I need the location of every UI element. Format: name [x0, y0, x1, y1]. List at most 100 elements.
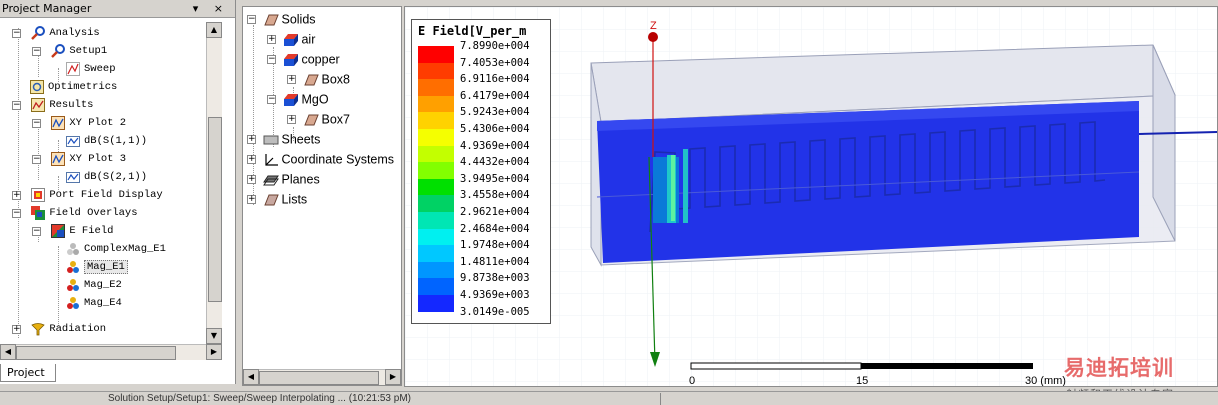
collapse-toggle[interactable]: − [12, 208, 21, 218]
model-tree-horizontal-scrollbar[interactable]: ◀ ▶ [243, 369, 401, 385]
collapse-toggle[interactable]: − [267, 55, 276, 65]
tree-node-sweep[interactable]: Sweep [66, 60, 116, 78]
tree-node-setup1[interactable]: − Setup1 [32, 42, 107, 60]
scroll-right-button[interactable]: ▶ [206, 344, 222, 360]
collapse-toggle[interactable]: − [32, 226, 41, 236]
collapse-toggle[interactable]: − [267, 95, 276, 105]
field-legend[interactable]: E Field[V_per_m 7.8990e+004 7.4053e+004 6.… [411, 19, 551, 324]
collapse-toggle[interactable]: − [12, 100, 21, 110]
project-tree-horizontal-scrollbar[interactable]: ◀ ▶ [0, 344, 222, 360]
scroll-up-button[interactable]: ▲ [206, 22, 222, 38]
expand-toggle[interactable]: + [287, 75, 296, 85]
collapse-toggle[interactable]: − [12, 28, 21, 38]
collapse-toggle[interactable]: − [32, 118, 41, 128]
collapse-toggle[interactable]: − [32, 154, 41, 164]
expand-toggle[interactable]: + [287, 115, 296, 125]
project-tree: − Analysis − Setup1 Sweep Optimetrics − [0, 22, 210, 344]
tree-node-trace-s11[interactable]: dB(S(1,1)) [66, 132, 147, 150]
model-tree: − Solids + air − copper + Box8 − MgO + B… [243, 7, 401, 369]
model-node-mgo[interactable]: − MgO [267, 89, 329, 109]
scroll-left-button[interactable]: ◀ [0, 344, 16, 360]
project-manager-titlebar: Project Manager ▾ × [0, 0, 235, 18]
tree-node-xy-plot-2[interactable]: − XY Plot 2 [32, 114, 126, 132]
field-plot-icon [66, 278, 80, 292]
3d-modeler-view[interactable]: Z E Field[V_per_m 7.8990e+004 7.4053e+004… [404, 6, 1218, 387]
status-message: Solution Setup/Setup1: Sweep/Sweep Inter… [108, 393, 411, 404]
scroll-thumb[interactable] [259, 371, 379, 385]
project-manager-title: Project Manager [2, 2, 92, 15]
tree-node-mag-e4[interactable]: Mag_E4 [66, 294, 122, 312]
model-node-copper[interactable]: − copper [267, 49, 340, 69]
expand-toggle[interactable]: + [247, 195, 256, 205]
scale-label-0: 0 [689, 375, 696, 387]
expand-toggle[interactable]: + [267, 35, 276, 45]
field-plot-icon [66, 296, 80, 310]
tree-node-trace-s21[interactable]: dB(S(2,1)) [66, 168, 147, 186]
legend-value: 4.4432e+004 [460, 156, 530, 169]
solids-icon [263, 13, 280, 27]
model-node-box7[interactable]: + Box7 [287, 109, 350, 129]
analysis-icon [31, 26, 46, 40]
legend-value: 1.9748e+004 [460, 239, 530, 252]
model-node-sheets[interactable]: + Sheets [247, 129, 320, 149]
scroll-right-button[interactable]: ▶ [385, 369, 401, 385]
scale-label-15: 15 [856, 375, 869, 387]
scroll-thumb[interactable] [208, 117, 222, 302]
model-node-lists[interactable]: + Lists [247, 189, 307, 209]
tree-node-xy-plot-3[interactable]: − XY Plot 3 [32, 150, 126, 168]
expand-toggle[interactable]: + [247, 135, 256, 145]
material-icon [283, 53, 299, 67]
tree-node-mag-e1[interactable]: Mag_E1 [66, 258, 128, 276]
scroll-thumb[interactable] [16, 346, 176, 360]
model-node-planes[interactable]: + Planes [247, 169, 320, 189]
model-node-air[interactable]: + air [267, 29, 315, 49]
model-tree-panel: − Solids + air − copper + Box8 − MgO + B… [242, 6, 402, 386]
xy-plot-icon [51, 116, 66, 130]
expand-toggle[interactable]: + [12, 324, 21, 334]
tree-node-results[interactable]: − Results [12, 96, 93, 114]
tab-project[interactable]: Project [0, 364, 56, 382]
tree-node-analysis[interactable]: − Analysis [12, 24, 100, 42]
legend-swatch [418, 178, 454, 196]
status-separator [660, 393, 661, 405]
model-node-solids[interactable]: − Solids [247, 9, 316, 29]
scroll-down-button[interactable]: ▼ [206, 328, 222, 344]
model-node-box8[interactable]: + Box8 [287, 69, 350, 89]
tree-node-optimetrics[interactable]: Optimetrics [30, 78, 117, 96]
tree-node-complexmag-e1[interactable]: ComplexMag_E1 [66, 240, 166, 258]
legend-value: 2.9621e+004 [460, 206, 530, 218]
legend-value: 4.9369e+004 [460, 139, 530, 152]
scroll-left-button[interactable]: ◀ [243, 369, 259, 385]
legend-value: 6.9116e+004 [460, 73, 530, 86]
model-node-coordinate-systems[interactable]: + Coordinate Systems [247, 149, 394, 169]
legend-swatch [418, 129, 454, 146]
status-bar: Solution Setup/Setup1: Sweep/Sweep Inter… [0, 391, 1218, 405]
material-icon [283, 93, 299, 107]
legend-value: 2.4684e+004 [460, 222, 530, 235]
legend-swatch [418, 112, 454, 130]
legend-swatch [418, 195, 454, 213]
z-axis-handle[interactable] [648, 32, 658, 42]
tree-node-e-field[interactable]: − E Field [32, 222, 113, 240]
collapse-toggle[interactable]: − [32, 46, 41, 56]
box-icon [303, 113, 320, 127]
tree-node-field-overlays[interactable]: − Field Overlays [12, 204, 138, 222]
expand-toggle[interactable]: + [247, 175, 256, 185]
legend-swatch [418, 79, 454, 97]
project-manager-panel: Project Manager ▾ × − Analysis − Setup1 [0, 0, 236, 384]
sheets-icon [263, 133, 279, 147]
tree-node-radiation[interactable]: + Radiation [12, 320, 106, 338]
tree-node-mag-e2[interactable]: Mag_E2 [66, 276, 122, 294]
port-field-icon [31, 188, 46, 202]
z-axis-label: Z [650, 20, 657, 32]
panel-controls[interactable]: ▾ × [193, 0, 229, 18]
legend-swatch [418, 145, 454, 163]
expand-toggle[interactable]: + [12, 190, 21, 200]
legend-swatch [418, 46, 454, 63]
expand-toggle[interactable]: + [247, 155, 256, 165]
material-icon [283, 33, 299, 47]
legend-value: 6.4179e+004 [460, 89, 530, 102]
collapse-toggle[interactable]: − [247, 15, 256, 25]
tree-node-port-field-display[interactable]: + Port Field Display [12, 186, 163, 204]
project-tree-vertical-scrollbar[interactable]: ▲ ▼ [206, 22, 222, 344]
